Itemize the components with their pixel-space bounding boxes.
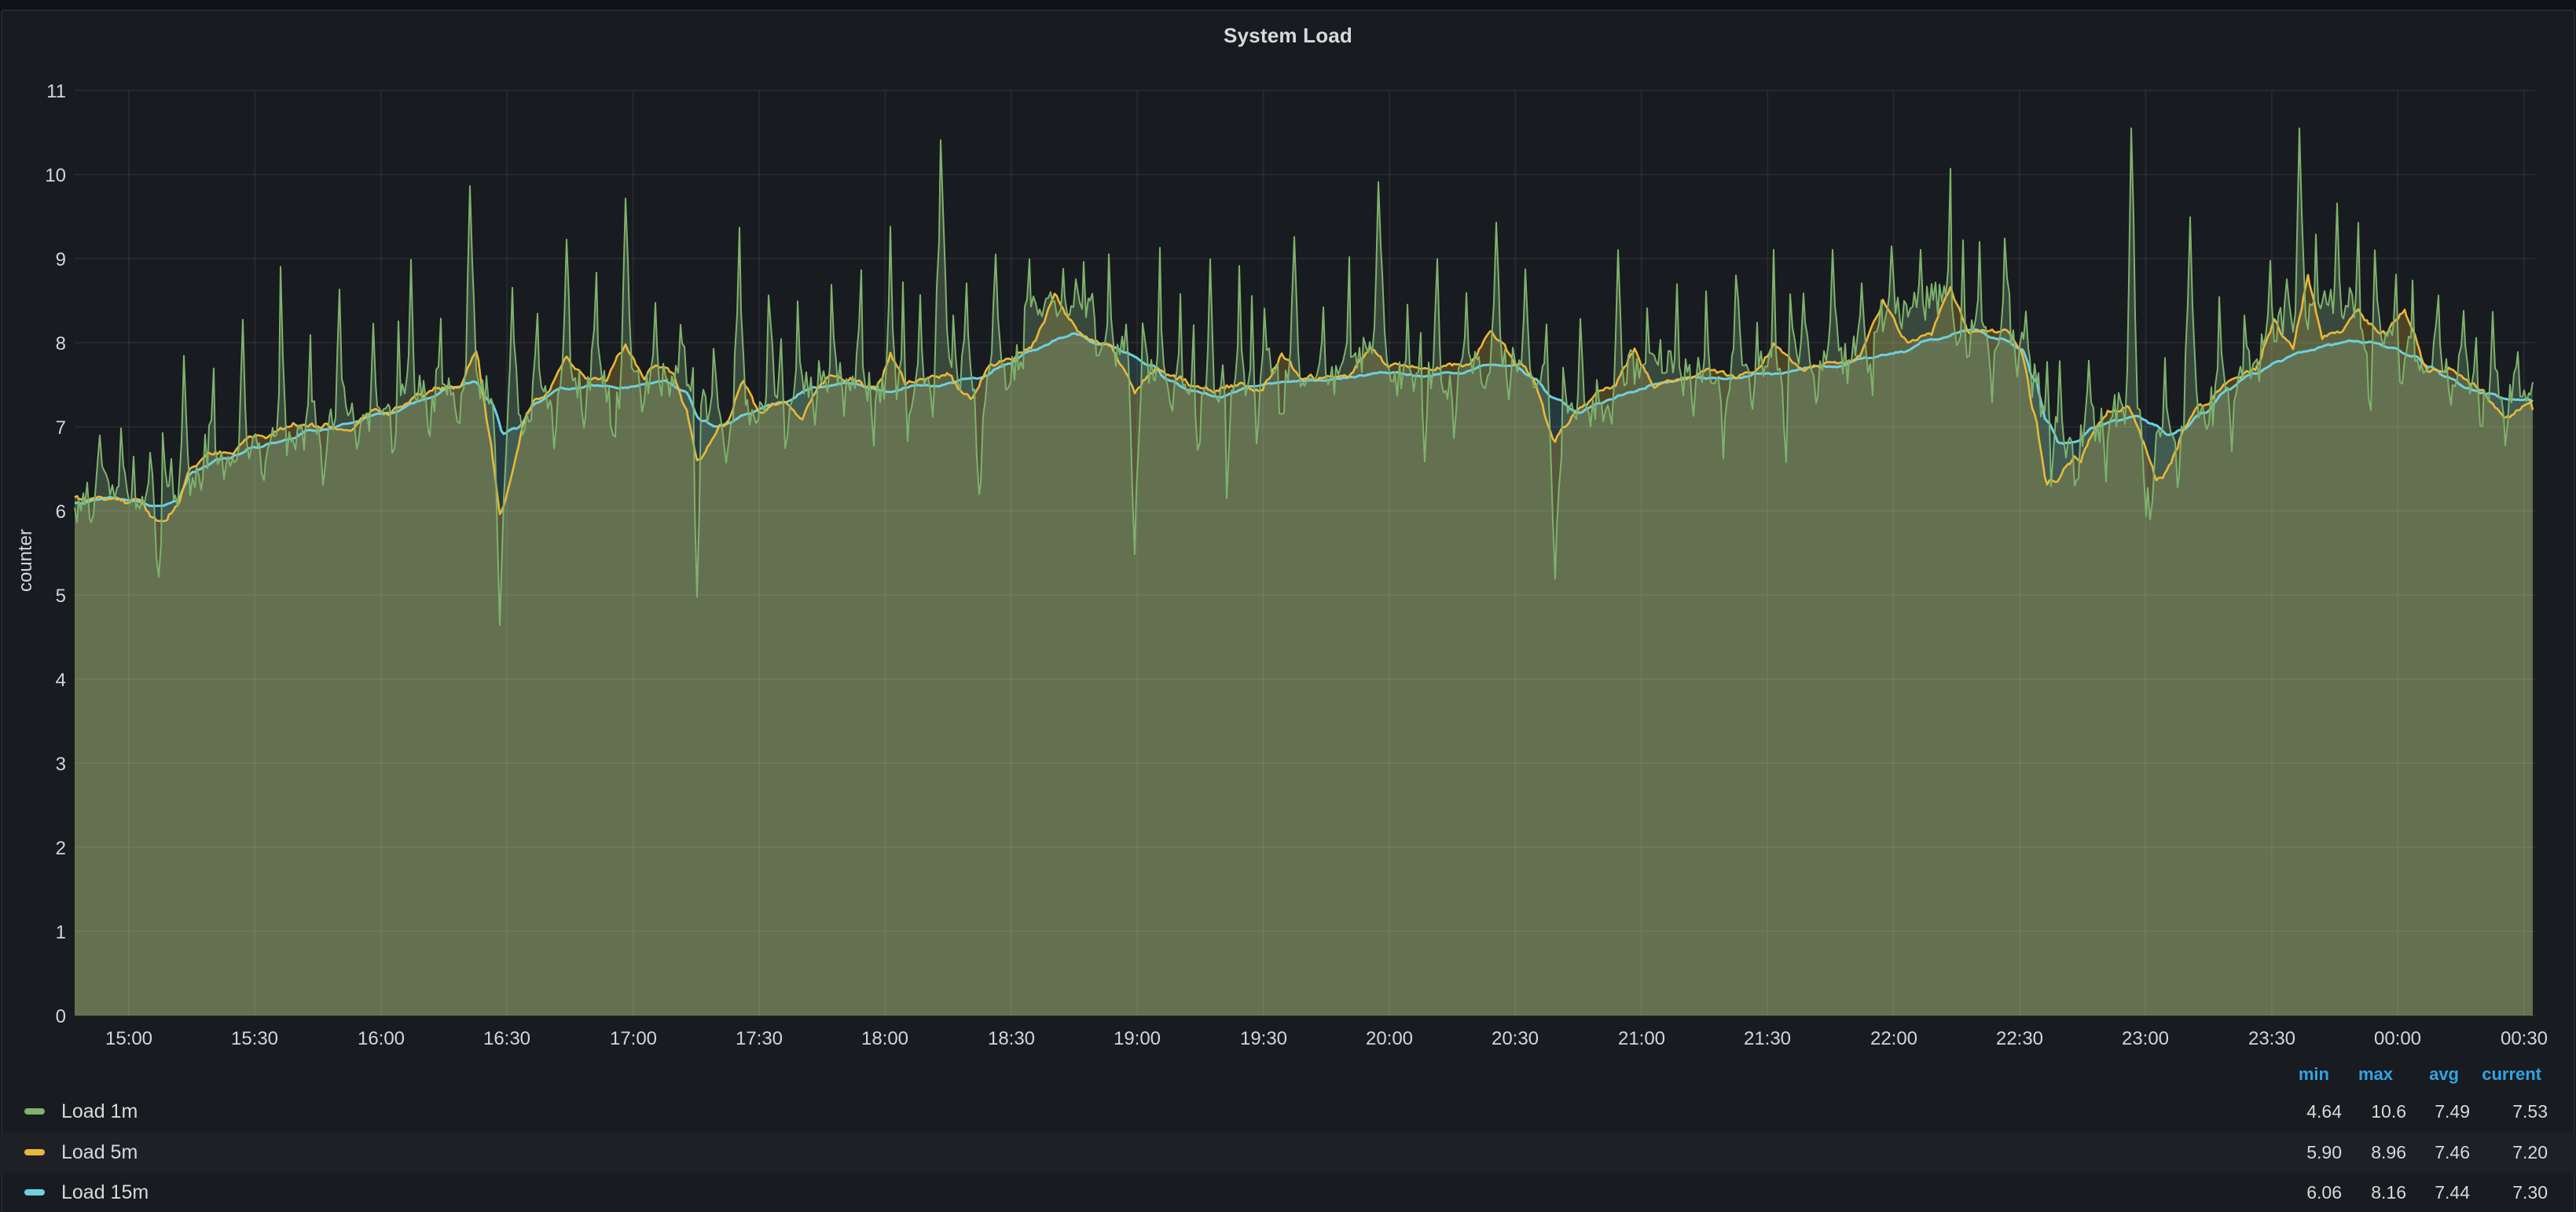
svg-text:17:30: 17:30 bbox=[736, 1028, 783, 1049]
svg-text:19:00: 19:00 bbox=[1114, 1028, 1161, 1049]
svg-text:21:30: 21:30 bbox=[1744, 1028, 1791, 1049]
svg-text:20:30: 20:30 bbox=[1492, 1028, 1539, 1049]
svg-text:23:30: 23:30 bbox=[2248, 1028, 2295, 1049]
svg-text:2: 2 bbox=[56, 838, 66, 859]
svg-text:18:00: 18:00 bbox=[861, 1028, 908, 1049]
svg-text:5: 5 bbox=[56, 586, 66, 607]
svg-text:21:00: 21:00 bbox=[1618, 1028, 1665, 1049]
svg-text:00:30: 00:30 bbox=[2501, 1028, 2548, 1049]
svg-text:16:00: 16:00 bbox=[358, 1028, 405, 1049]
svg-text:3: 3 bbox=[56, 754, 66, 775]
svg-text:16:30: 16:30 bbox=[483, 1028, 530, 1049]
svg-text:counter: counter bbox=[15, 529, 36, 592]
svg-text:23:00: 23:00 bbox=[2122, 1028, 2169, 1049]
svg-text:20:00: 20:00 bbox=[1366, 1028, 1413, 1049]
svg-text:10: 10 bbox=[45, 165, 66, 186]
svg-text:4: 4 bbox=[56, 670, 66, 691]
svg-text:11: 11 bbox=[46, 81, 66, 102]
svg-text:17:00: 17:00 bbox=[610, 1028, 657, 1049]
svg-text:00:00: 00:00 bbox=[2374, 1028, 2421, 1049]
svg-text:8: 8 bbox=[56, 333, 66, 354]
svg-text:1: 1 bbox=[56, 922, 66, 943]
svg-text:15:00: 15:00 bbox=[105, 1028, 152, 1049]
svg-text:7: 7 bbox=[56, 417, 66, 439]
svg-text:0: 0 bbox=[56, 1006, 66, 1027]
svg-text:6: 6 bbox=[56, 501, 66, 523]
svg-text:15:30: 15:30 bbox=[231, 1028, 278, 1049]
svg-text:18:30: 18:30 bbox=[988, 1028, 1035, 1049]
svg-text:22:30: 22:30 bbox=[1996, 1028, 2043, 1049]
svg-text:9: 9 bbox=[56, 249, 66, 270]
svg-text:19:30: 19:30 bbox=[1240, 1028, 1287, 1049]
svg-text:22:00: 22:00 bbox=[1870, 1028, 1917, 1049]
